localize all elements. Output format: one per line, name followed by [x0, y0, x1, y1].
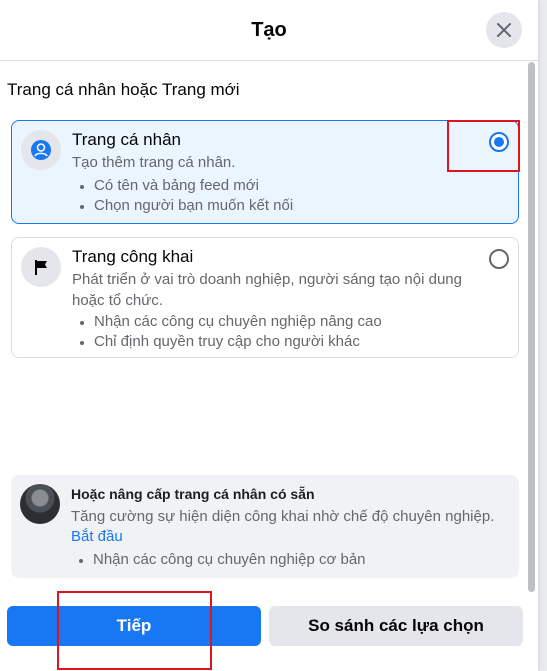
profile-icon [31, 140, 51, 160]
upgrade-title: Hoặc nâng cấp trang cá nhân có sẵn [71, 486, 315, 502]
upgrade-bullets: Nhận các công cụ chuyên nghiệp cơ bản [71, 550, 366, 570]
compare-options-button[interactable]: So sánh các lựa chọn [269, 606, 523, 646]
profile-icon-wrap [21, 130, 61, 170]
bullet-item: Nhận các công cụ chuyên nghiệp cơ bản [71, 550, 366, 570]
create-dialog: Tạo Trang cá nhân hoặc Trang mới Trang c… [0, 0, 538, 671]
backdrop [537, 0, 547, 671]
bullet-item: Chỉ định quyền truy cập cho người khác [72, 332, 382, 352]
option-description: Tạo thêm trang cá nhân. [72, 154, 236, 171]
radio-public-page[interactable] [489, 249, 509, 269]
option-public-page[interactable]: Trang công khai Phát triển ở vai trò doa… [11, 237, 519, 358]
option-description: Phát triển ở vai trò doanh nghiệp, người… [72, 271, 462, 309]
upgrade-description: Tăng cường sự hiện diện công khai nhờ ch… [71, 508, 495, 525]
bullet-item: Có tên và bảng feed mới [72, 176, 293, 196]
highlight-box-radio [447, 120, 520, 172]
close-icon [497, 23, 511, 37]
close-button[interactable] [486, 12, 522, 48]
flag-icon-wrap [21, 247, 61, 287]
highlight-box-next-button [57, 591, 212, 670]
option-bullets: Nhận các công cụ chuyên nghiệp nâng cao … [72, 312, 382, 352]
dialog-header: Tạo [0, 0, 538, 61]
get-started-link[interactable]: Bắt đầu [71, 528, 123, 545]
upgrade-profile-box: Hoặc nâng cấp trang cá nhân có sẵn Tăng … [11, 475, 519, 578]
option-personal-profile[interactable]: Trang cá nhân Tạo thêm trang cá nhân. Có… [11, 120, 519, 224]
avatar [20, 484, 60, 524]
flag-icon [35, 260, 47, 275]
option-bullets: Có tên và bảng feed mới Chọn người bạn m… [72, 176, 293, 216]
dialog-title: Tạo [251, 18, 287, 41]
bullet-item: Nhận các công cụ chuyên nghiệp nâng cao [72, 312, 382, 332]
option-title: Trang công khai [72, 247, 194, 266]
section-title: Trang cá nhân hoặc Trang mới [7, 80, 240, 99]
scrollbar[interactable] [528, 62, 535, 592]
bullet-item: Chọn người bạn muốn kết nối [72, 196, 293, 216]
option-title: Trang cá nhân [72, 130, 181, 149]
